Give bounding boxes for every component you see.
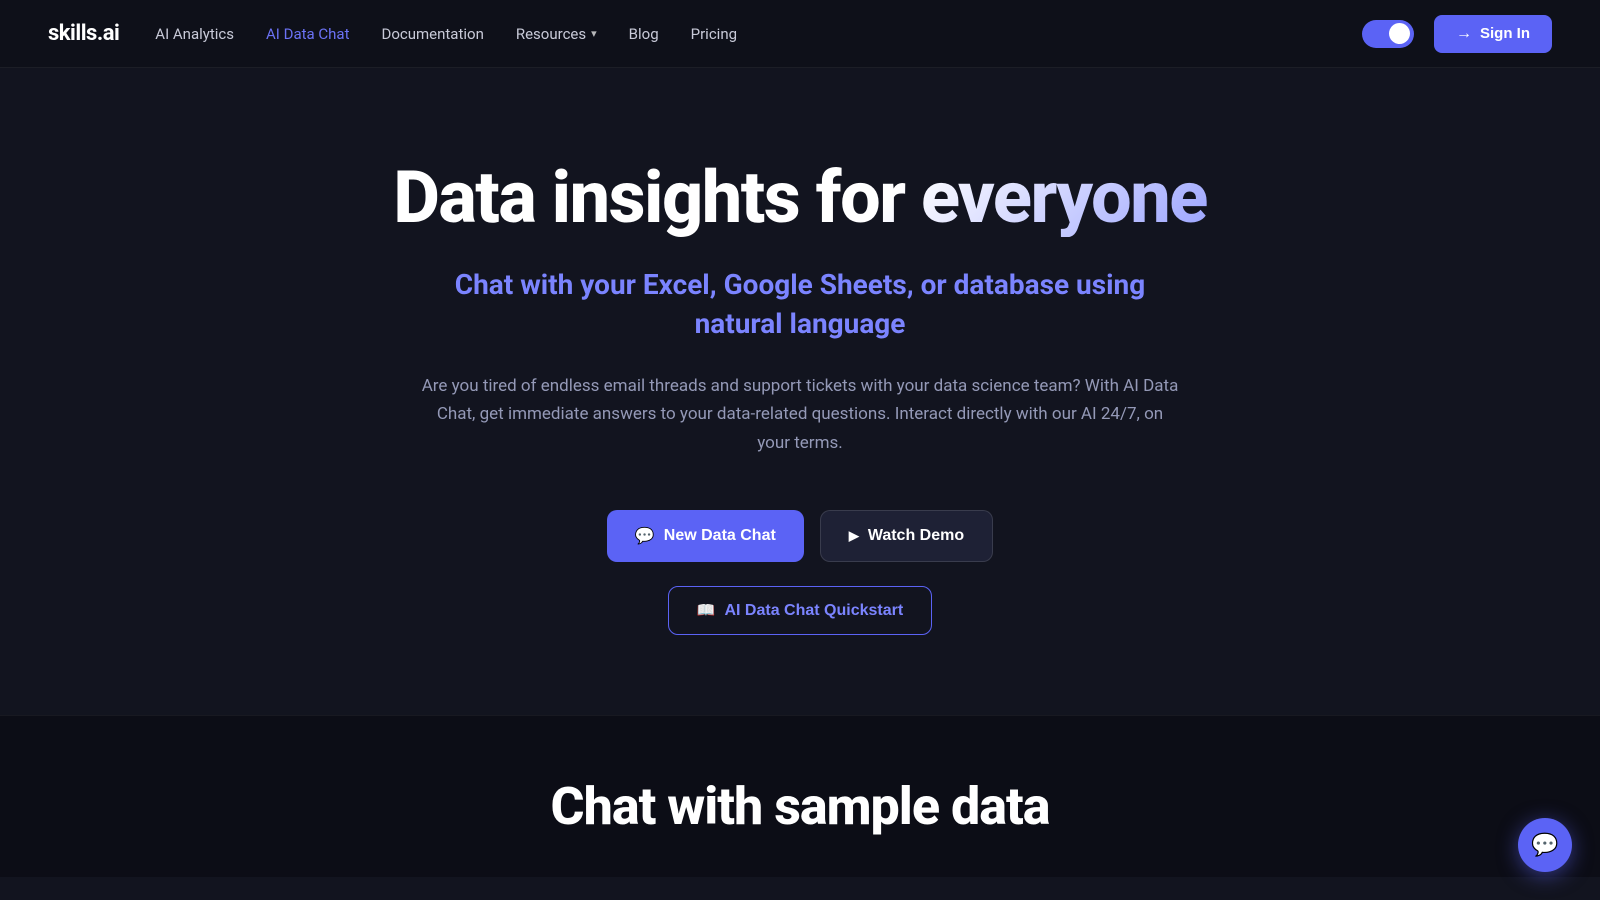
signin-icon: →: [1456, 25, 1472, 43]
navbar: skills.ai AI Analytics AI Data Chat Docu…: [0, 0, 1600, 68]
bottom-section: Chat with sample data: [0, 715, 1600, 877]
site-logo[interactable]: skills.ai: [48, 21, 119, 46]
quickstart-button[interactable]: AI Data Chat Quickstart: [668, 586, 932, 635]
nav-link-resources[interactable]: Resources: [516, 25, 586, 43]
cta-quickstart-row: AI Data Chat Quickstart: [668, 586, 932, 635]
cta-row: New Data Chat Watch Demo: [607, 510, 993, 562]
nav-item-documentation[interactable]: Documentation: [381, 24, 483, 43]
nav-item-resources[interactable]: Resources ▾: [516, 25, 597, 43]
sign-in-button[interactable]: → Sign In: [1434, 15, 1552, 53]
nav-item-ai-analytics[interactable]: AI Analytics: [155, 24, 234, 43]
nav-left: skills.ai AI Analytics AI Data Chat Docu…: [48, 21, 737, 46]
play-icon: [849, 527, 859, 545]
watch-demo-button[interactable]: Watch Demo: [820, 510, 993, 562]
nav-link-pricing[interactable]: Pricing: [691, 25, 737, 43]
toggle-knob: [1389, 23, 1410, 44]
nav-link-blog[interactable]: Blog: [629, 25, 659, 43]
nav-link-ai-data-chat[interactable]: AI Data Chat: [266, 25, 349, 43]
chat-widget-icon: 💬: [1531, 833, 1558, 858]
chevron-down-icon: ▾: [591, 27, 597, 40]
theme-toggle[interactable]: [1362, 20, 1414, 48]
bottom-title: Chat with sample data: [40, 776, 1560, 837]
book-icon: [697, 601, 716, 620]
hero-subtitle: Chat with your Excel, Google Sheets, or …: [455, 265, 1145, 343]
nav-link-ai-analytics[interactable]: AI Analytics: [155, 25, 234, 43]
nav-right: → Sign In: [1362, 15, 1552, 53]
nav-item-blog[interactable]: Blog: [629, 24, 659, 43]
nav-item-pricing[interactable]: Pricing: [691, 24, 737, 43]
chat-widget[interactable]: 💬: [1518, 818, 1572, 872]
hero-description: Are you tired of endless email threads a…: [420, 372, 1180, 459]
nav-resources-dropdown[interactable]: Resources ▾: [516, 25, 597, 43]
nav-link-documentation[interactable]: Documentation: [381, 25, 483, 43]
chat-icon: [635, 526, 655, 546]
nav-item-ai-data-chat[interactable]: AI Data Chat: [266, 24, 349, 43]
nav-links: AI Analytics AI Data Chat Documentation …: [155, 24, 737, 43]
hero-title: Data insights for everyone: [393, 158, 1207, 237]
new-data-chat-button[interactable]: New Data Chat: [607, 510, 804, 562]
hero-section: Data insights for everyone Chat with you…: [0, 68, 1600, 715]
